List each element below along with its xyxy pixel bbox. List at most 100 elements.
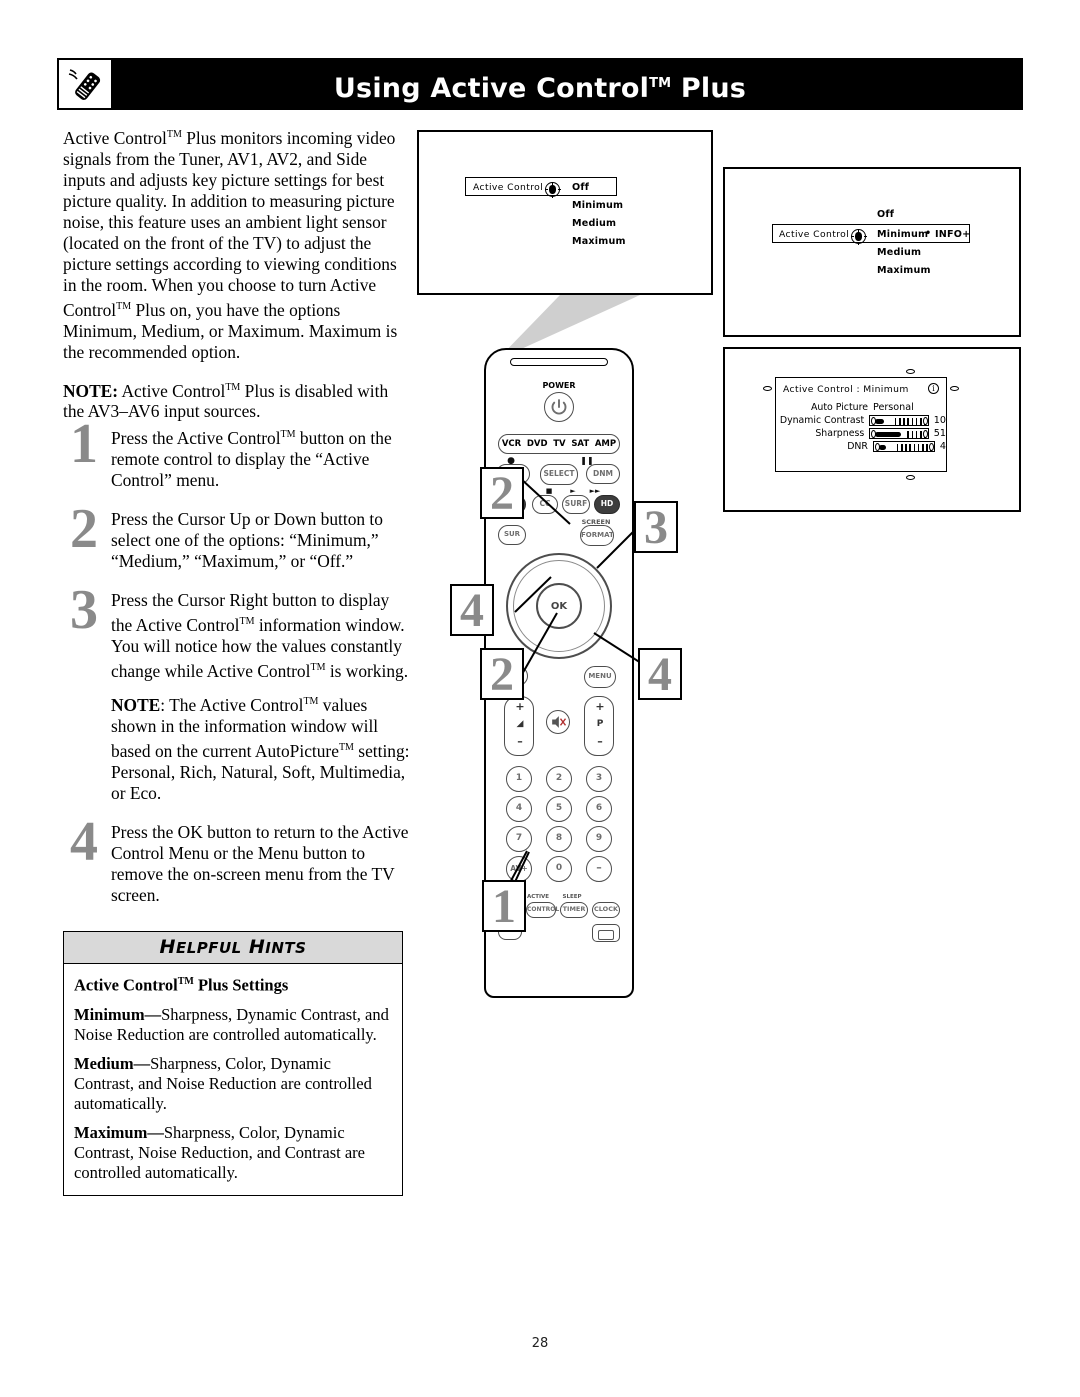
key-0[interactable]: 0 — [546, 856, 572, 882]
callout-1: 1 — [482, 880, 526, 932]
osd-option-medium[interactable]: Medium — [572, 218, 616, 229]
key-2[interactable]: 2 — [546, 766, 572, 792]
key-7[interactable]: 7 — [506, 826, 532, 852]
osd-menu-label: Active Control — [779, 229, 850, 240]
key-av-plus[interactable]: AV+ — [506, 856, 532, 882]
step-2: 2 Press the Cursor Up or Down button to … — [63, 501, 413, 572]
info-row-dnr: DNR 4 — [776, 441, 946, 452]
clock-button[interactable]: CLOCK — [592, 902, 620, 918]
row-value: 4 — [939, 441, 946, 452]
osd-option-maximum[interactable]: Maximum — [877, 265, 931, 276]
surf-button[interactable]: SURF — [562, 495, 590, 514]
timer-button[interactable]: TIMER — [560, 902, 588, 918]
crop-mark-right — [950, 386, 959, 391]
slider-sharpness[interactable] — [869, 428, 929, 439]
info-row-dynamic-contrast: Dynamic Contrast 10 — [776, 415, 946, 426]
row-label: Dynamic Contrast — [779, 415, 865, 426]
osd-option-off[interactable]: Off — [877, 209, 894, 220]
osd-option-off[interactable]: Off — [572, 182, 589, 193]
osd-option-minimum[interactable]: Minimum — [877, 229, 928, 240]
osd-info-bullet: • — [925, 228, 932, 239]
play-icon: ► — [570, 487, 576, 495]
callout-2b: 2 — [480, 648, 524, 700]
helpful-hints-heading: HELPFUL HINTS — [64, 932, 402, 964]
callout-3: 3 — [634, 501, 678, 553]
cc-button[interactable]: CC — [532, 495, 558, 514]
step-1: 1 Press the Active ControlTM button on t… — [63, 416, 413, 491]
step-3-note: NOTE: The Active ControlTM values shown … — [111, 695, 410, 803]
row-value: 10 — [933, 415, 946, 426]
row-label: Sharpness — [815, 428, 865, 439]
osd-option-medium[interactable]: Medium — [877, 247, 921, 258]
page-header: Using Active ControlTM Plus — [57, 58, 1023, 110]
step-text: Press the Active ControlTM button on the… — [111, 427, 392, 490]
sleep-tiny-label: SLEEP — [562, 894, 582, 900]
manual-page: Using Active ControlTM Plus Active Contr… — [0, 0, 1080, 1397]
active-control-button[interactable]: CONTROL — [526, 902, 559, 918]
slider-dnr[interactable] — [872, 441, 935, 452]
hints-subtitle: Active ControlTM Plus Settings — [74, 975, 289, 995]
mute-button[interactable] — [546, 710, 570, 734]
step-number: 3 — [70, 578, 98, 641]
key-9[interactable]: 9 — [586, 826, 612, 852]
power-button[interactable] — [544, 392, 574, 422]
step-number: 2 — [70, 497, 98, 560]
step-text: Press the OK button to return to the Act… — [111, 821, 409, 905]
stop-icon: ■ — [545, 487, 553, 495]
mode-selector-row[interactable]: VCR DVD TV SAT AMP — [498, 434, 620, 454]
page-title: Using Active ControlTM Plus — [333, 73, 747, 104]
ok-button[interactable]: OK — [536, 583, 582, 629]
key-8[interactable]: 8 — [546, 826, 572, 852]
active-control-sun-icon — [544, 179, 561, 198]
remote-top-slot — [510, 358, 608, 366]
mode-dvd[interactable]: DVD — [527, 439, 548, 449]
tv-screen-2: Off Active Control Minimum • INFO+ Mediu… — [723, 167, 1021, 337]
program-down[interactable]: – — [585, 735, 615, 748]
osd-info-plus-label[interactable]: INFO+ — [935, 229, 970, 240]
mute-icon — [552, 716, 567, 728]
list-button[interactable] — [592, 924, 620, 942]
power-label: POWER — [542, 381, 576, 390]
intro-paragraph: Active ControlTM Plus monitors incoming … — [63, 127, 398, 362]
volume-icon: ◢ — [516, 719, 524, 729]
hd-button[interactable]: HD — [594, 495, 620, 514]
crop-mark-top — [906, 369, 915, 374]
row-label: DNR — [847, 441, 868, 452]
helpful-hints-box: HELPFUL HINTS Active ControlTM Plus Sett… — [63, 931, 403, 1196]
key-1[interactable]: 1 — [506, 766, 532, 792]
row-value: 51 — [933, 428, 946, 439]
key-6[interactable]: 6 — [586, 796, 612, 822]
step-text: Press the Cursor Up or Down button to se… — [111, 508, 383, 571]
screen-format-button[interactable]: FORMAT — [580, 525, 614, 546]
key-3[interactable]: 3 — [586, 766, 612, 792]
select-button[interactable]: SELECT — [540, 464, 578, 485]
mode-tv[interactable]: TV — [553, 439, 565, 449]
key-4[interactable]: 4 — [506, 796, 532, 822]
program-up[interactable]: + — [585, 700, 615, 713]
osd-option-maximum[interactable]: Maximum — [572, 236, 626, 247]
hint-item: Medium—Sharpness, Color, Dynamic Contras… — [74, 1053, 372, 1113]
volume-up[interactable]: + — [505, 700, 535, 713]
mode-amp[interactable]: AMP — [595, 439, 616, 449]
row-value: Personal — [873, 402, 914, 413]
mode-vcr[interactable]: VCR — [502, 439, 521, 449]
volume-rocker[interactable]: + ◢ – — [504, 696, 534, 756]
page-number: 28 — [531, 1336, 549, 1351]
program-label: P — [596, 719, 604, 729]
step-text: Press the Cursor Right button to display… — [111, 589, 409, 681]
slider-dynamic-contrast[interactable] — [869, 415, 929, 426]
osd-option-minimum[interactable]: Minimum — [572, 200, 623, 211]
mode-sat[interactable]: SAT — [571, 439, 589, 449]
dnm-button[interactable]: DNM — [586, 464, 620, 484]
surround-button[interactable]: SUR — [498, 525, 526, 545]
menu-button[interactable]: MENU — [584, 666, 616, 688]
key-5[interactable]: 5 — [546, 796, 572, 822]
active-control-sun-icon — [850, 226, 867, 245]
program-rocker[interactable]: + P – — [584, 696, 614, 756]
info-icon: i — [928, 383, 939, 394]
callout-4b: 4 — [638, 648, 682, 700]
tv-screen-1: Active Control Off Minimum Medium Maximu… — [417, 130, 713, 295]
step-4: 4 Press the OK button to return to the A… — [63, 814, 413, 906]
key-dash[interactable]: – — [586, 856, 612, 882]
volume-down[interactable]: – — [505, 735, 535, 748]
